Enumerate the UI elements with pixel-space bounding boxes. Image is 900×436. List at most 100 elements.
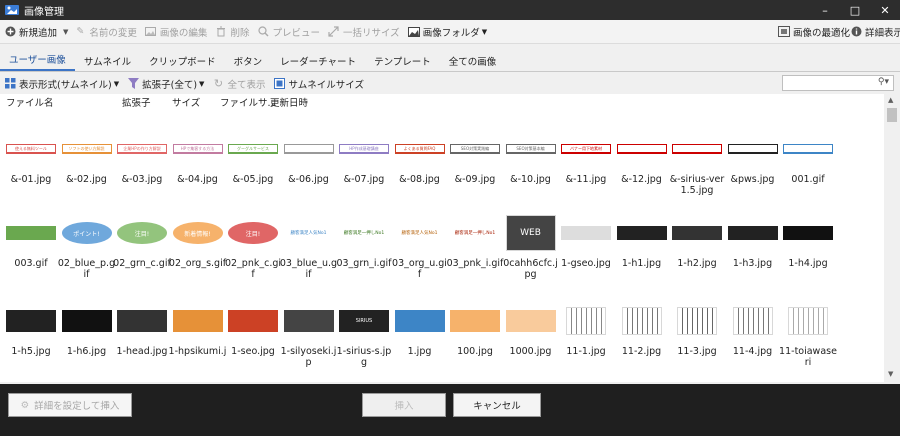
thumbnail-image: SEO対策実践編 xyxy=(450,144,500,154)
file-tile[interactable]: 1.jpg xyxy=(393,292,447,372)
file-tile[interactable]: 企業HPの作り方解説 &-03.jpg xyxy=(115,120,169,200)
file-tile[interactable]: 顧客満足人気No1 03_blue_u.gif xyxy=(279,204,338,284)
show-all-button[interactable]: ↻ 全て表示 xyxy=(208,74,269,94)
show-all-label: 全て表示 xyxy=(227,79,266,91)
file-name: 03_org_u.gif xyxy=(392,258,447,280)
tab-radar-chart[interactable]: レーダーチャート xyxy=(271,51,365,71)
file-tile[interactable]: 001.gif xyxy=(781,120,835,200)
file-tile[interactable]: グーグルサービス &-05.jpg xyxy=(226,120,280,200)
tab-user-images[interactable]: ユーザー画像 xyxy=(0,49,75,71)
batch-resize-button[interactable]: 一括リサイズ xyxy=(324,22,404,42)
thumb-size-button[interactable]: サムネイルサイズ xyxy=(269,74,368,94)
scroll-down-icon[interactable]: ▼ xyxy=(888,370,893,378)
view-options-bar: 表示形式(サムネイル) ▼ 拡張子(全て) ▼ ↻ 全て表示 サムネイルサイズ xyxy=(0,73,900,94)
file-thumbnail xyxy=(117,300,167,342)
file-tile[interactable]: 1-silyoseki.jp xyxy=(281,292,336,372)
file-tile[interactable]: 1-h2.jpg xyxy=(670,204,724,284)
file-name: 03_blue_u.gif xyxy=(279,258,338,280)
delete-button[interactable]: 削除 xyxy=(211,22,253,42)
new-dropdown[interactable]: ▼ xyxy=(61,22,70,42)
maximize-button[interactable]: □ xyxy=(840,0,870,20)
file-tile[interactable]: 新着情報! 02_org_s.gif xyxy=(169,204,226,284)
file-name: 1-h4.jpg xyxy=(788,258,828,269)
col-filesize[interactable]: ファイルサ... xyxy=(220,95,277,109)
file-tile[interactable]: SIRIUS 1-sirius-s.jpg xyxy=(337,292,391,372)
cancel-button[interactable]: キャンセル xyxy=(453,393,541,417)
new-button[interactable]: 新規追加 xyxy=(0,22,61,42)
file-tile[interactable]: 100.jpg xyxy=(448,292,502,372)
col-filename[interactable]: ファイル名 xyxy=(6,95,54,109)
file-tile[interactable]: 11-toiawaseri xyxy=(779,292,837,372)
file-tile[interactable]: 11-3.jpg xyxy=(670,292,724,372)
detail-insert-button[interactable]: ⚙ 詳細を設定して挿入 xyxy=(8,393,132,417)
file-tile[interactable]: 1000.jpg xyxy=(504,292,558,372)
insert-button[interactable]: 挿入 xyxy=(362,393,446,417)
file-tile[interactable]: 11-4.jpg xyxy=(726,292,780,372)
file-tile[interactable]: 顧客満足一押しNo1 03_grn_i.gif xyxy=(336,204,392,284)
tab-all-images[interactable]: 全ての画像 xyxy=(440,51,506,71)
file-thumbnail xyxy=(561,300,611,342)
file-tile[interactable]: 1-h4.jpg xyxy=(781,204,835,284)
tab-thumbnails[interactable]: サムネイル xyxy=(75,51,140,71)
view-mode-button[interactable]: 表示形式(サムネイル) ▼ xyxy=(0,74,123,94)
col-size[interactable]: サイズ xyxy=(172,95,200,109)
file-tile[interactable]: HP作成基礎講座 &-07.jpg xyxy=(337,120,391,200)
file-tile[interactable]: 顧客満足人気No1 03_org_u.gif xyxy=(392,204,447,284)
file-tile[interactable]: WEB 0cahh6cfc.jpg xyxy=(503,204,558,284)
file-tile[interactable]: よくある質問FAQ &-08.jpg xyxy=(393,120,447,200)
edit-image-button[interactable]: 画像の編集 xyxy=(141,22,212,42)
file-tile[interactable]: ソフトの使い方解説 &-02.jpg xyxy=(60,120,114,200)
tab-buttons[interactable]: ボタン xyxy=(225,51,272,71)
delete-label: 削除 xyxy=(230,27,250,39)
col-extension[interactable]: 拡張子 xyxy=(122,95,151,109)
file-tile[interactable]: 1-seo.jpg xyxy=(226,292,280,372)
file-tile[interactable]: バナー用下地素材 &-11.jpg xyxy=(559,120,613,200)
file-name: 1-gseo.jpg xyxy=(561,258,611,269)
file-tile[interactable]: &-12.jpg xyxy=(615,120,669,200)
file-tile[interactable]: 注目! 02_grn_c.gif xyxy=(113,204,171,284)
file-tile[interactable]: 1-h3.jpg xyxy=(726,204,780,284)
file-tile[interactable]: 1-head.jpg xyxy=(115,292,169,372)
col-modified[interactable]: 更新日時 xyxy=(270,95,308,109)
file-tile[interactable]: 1-hpsikumi.j xyxy=(169,292,226,372)
file-tile[interactable]: SEO対策実践編 &-09.jpg xyxy=(448,120,502,200)
file-name: 1-head.jpg xyxy=(116,346,168,357)
ext-filter-button[interactable]: 拡張子(全て) ▼ xyxy=(123,74,208,94)
file-thumbnail: 新着情報! xyxy=(172,212,223,254)
file-tile[interactable]: &-06.jpg xyxy=(282,120,336,200)
file-name: 100.jpg xyxy=(457,346,493,357)
vertical-scrollbar[interactable]: ▲ ▼ xyxy=(884,94,900,382)
minimize-button[interactable]: – xyxy=(810,0,840,20)
image-folder-button[interactable]: 画像フォルダ ▼ xyxy=(404,22,491,42)
file-thumbnail: WEB xyxy=(505,212,556,254)
close-button[interactable]: ✕ xyxy=(870,0,900,20)
file-tile[interactable]: &-sirius-ver1.5.jpg xyxy=(670,120,724,200)
file-tile[interactable]: 003.gif xyxy=(4,204,58,284)
file-tile[interactable]: 1-gseo.jpg xyxy=(559,204,613,284)
file-tile[interactable]: 11-2.jpg xyxy=(615,292,669,372)
file-tile[interactable]: 1-h6.jpg xyxy=(60,292,114,372)
thumbnail-image: 新着情報! xyxy=(172,222,223,244)
file-thumbnail xyxy=(727,128,778,170)
file-tile[interactable]: 1-h1.jpg xyxy=(615,204,669,284)
file-tile[interactable]: 11-1.jpg xyxy=(559,292,613,372)
file-tile[interactable]: 使える無料ツール &-01.jpg xyxy=(4,120,58,200)
optimize-icon xyxy=(778,26,790,38)
scroll-thumb[interactable] xyxy=(887,108,897,122)
file-tile[interactable]: 注目! 02_pnk_c.gif xyxy=(225,204,281,284)
optimize-button[interactable]: 画像の最適化 xyxy=(774,22,854,42)
file-tile[interactable]: 顧客満足一押しNo1 03_pnk_i.gif xyxy=(447,204,503,284)
file-thumbnail: SEO対策基本編 xyxy=(505,128,556,170)
tab-templates[interactable]: テンプレート xyxy=(365,51,440,71)
preview-button[interactable]: プレビュー xyxy=(253,22,324,42)
rename-button[interactable]: ✎ 名前の変更 xyxy=(70,22,141,42)
search-input[interactable]: ⚲▾ xyxy=(782,75,894,91)
file-tile[interactable]: 1-h5.jpg xyxy=(4,292,58,372)
file-tile[interactable]: SEO対策基本編 &-10.jpg xyxy=(504,120,558,200)
scroll-up-icon[interactable]: ▲ xyxy=(888,96,893,104)
file-tile[interactable]: HPで集客する方法 &-04.jpg xyxy=(171,120,225,200)
tab-clipboard[interactable]: クリップボード xyxy=(140,51,225,71)
file-tile[interactable]: ポイント! 02_blue_p.gif xyxy=(58,204,115,284)
details-button[interactable]: 詳細表示 xyxy=(846,22,900,42)
file-tile[interactable]: &pws.jpg xyxy=(726,120,780,200)
